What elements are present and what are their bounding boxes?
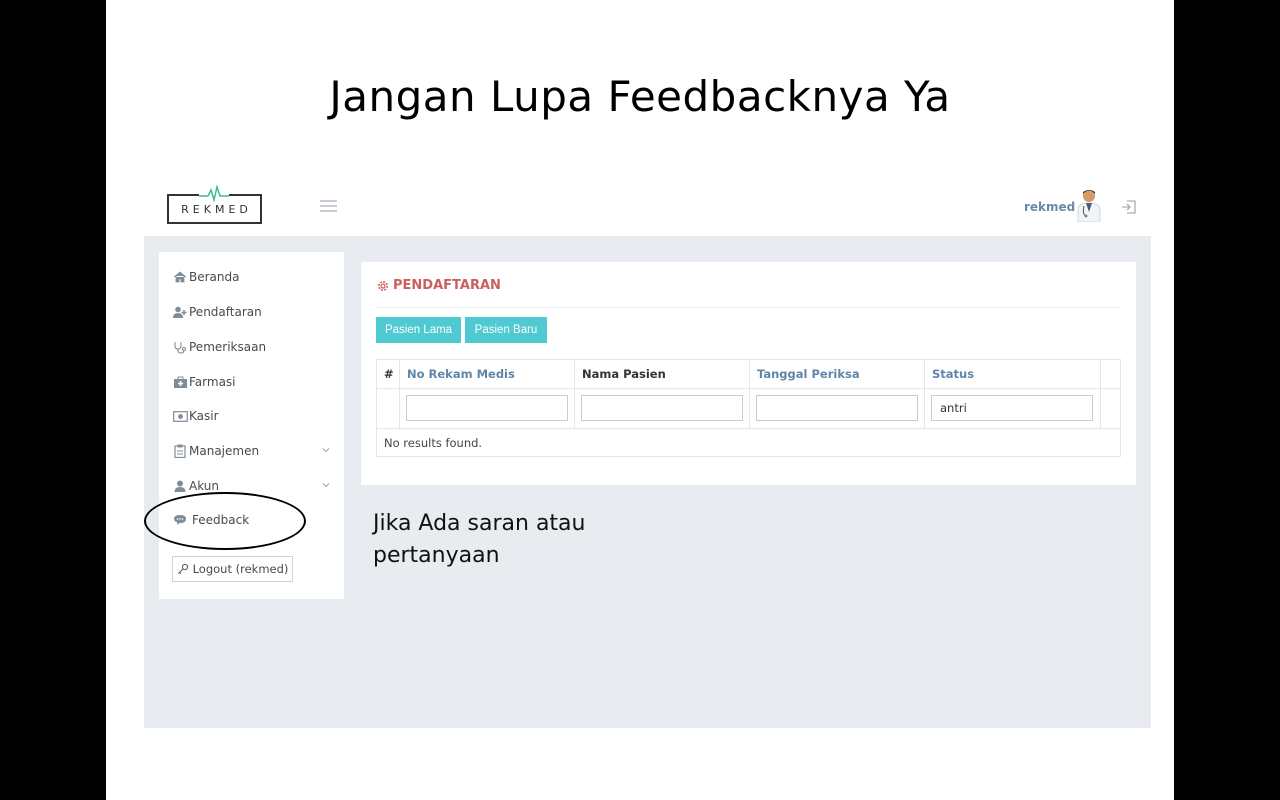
pasien-baru-button[interactable]: Pasien Baru (465, 317, 547, 343)
doctor-avatar[interactable] (1075, 188, 1103, 222)
medkit-icon (172, 375, 188, 389)
pendaftaran-panel: PENDAFTARAN Pasien Lama Pasien Baru # No… (361, 262, 1136, 485)
top-navbar: REKMED rekmed (144, 178, 1151, 236)
pasien-lama-button[interactable]: Pasien Lama (376, 317, 461, 343)
sidebar-item-farmasi[interactable]: Farmasi (172, 372, 332, 392)
logout-label: Logout (rekmed) (192, 562, 289, 576)
sign-out-icon[interactable] (1120, 198, 1138, 216)
sidebar-item-label: Beranda (189, 270, 240, 284)
sidebar-item-kasir[interactable]: Kasir (172, 406, 332, 426)
username[interactable]: rekmed (1024, 200, 1075, 214)
sidebar-item-pendaftaran[interactable]: Pendaftaran (172, 302, 332, 322)
home-icon (172, 270, 188, 284)
column-header-number: # (377, 360, 400, 388)
gear-icon (378, 280, 388, 291)
logout-button[interactable]: Logout (rekmed) (172, 556, 293, 582)
sidebar-item-manajemen[interactable]: Manajemen (172, 441, 332, 461)
registration-table: # No Rekam Medis Nama Pasien Tanggal Per… (376, 359, 1121, 457)
sidebar-item-label: Akun (189, 479, 219, 493)
note-line: pertanyaan (373, 543, 500, 568)
panel-title-text: PENDAFTARAN (393, 278, 501, 293)
sidebar-item-pemeriksaan[interactable]: Pemeriksaan (172, 337, 332, 357)
column-header-tanggal-periksa[interactable]: Tanggal Periksa (750, 360, 925, 388)
filter-no-rekam-medis-input[interactable] (406, 395, 568, 421)
money-icon (172, 409, 188, 423)
sidebar-item-label: Pemeriksaan (189, 340, 267, 354)
column-header-nama-pasien: Nama Pasien (575, 360, 750, 388)
stethoscope-icon (172, 340, 188, 354)
slide-title: Jangan Lupa Feedbacknya Ya (329, 72, 951, 121)
filter-nama-pasien-input[interactable] (581, 395, 743, 421)
filter-tanggal-periksa-input[interactable] (756, 395, 918, 421)
app-screenshot: REKMED rekmed Beranda Pendaftaran Pemeri… (144, 178, 1151, 728)
content-area: Beranda Pendaftaran Pemeriksaan Farmasi … (144, 236, 1151, 728)
key-icon (177, 563, 188, 575)
note-line: Jika Ada saran atau (373, 511, 586, 536)
filter-status-input[interactable] (931, 395, 1093, 421)
menu-toggle-icon[interactable] (320, 200, 337, 213)
sidebar: Beranda Pendaftaran Pemeriksaan Farmasi … (144, 252, 344, 599)
sidebar-item-label: Pendaftaran (189, 305, 262, 319)
divider (376, 307, 1121, 308)
sidebar-item-beranda[interactable]: Beranda (172, 267, 332, 287)
sidebar-item-label: Kasir (189, 409, 219, 423)
rekmed-logo[interactable]: REKMED (167, 184, 262, 224)
column-header-status[interactable]: Status (925, 360, 1101, 388)
feedback-highlight-circle (144, 492, 306, 550)
sidebar-item-label: Farmasi (189, 375, 236, 389)
slide: Jangan Lupa Feedbacknya Ya REKMED rekmed (106, 0, 1174, 800)
user-icon (172, 479, 188, 493)
slide-note: Jika Ada saran atau pertanyaan (373, 508, 633, 572)
logo-text: REKMED (181, 202, 252, 216)
empty-results-text: No results found. (384, 436, 483, 450)
chevron-down-icon[interactable] (320, 479, 332, 491)
clipboard-icon (172, 444, 188, 458)
column-header-no-rekam-medis[interactable]: No Rekam Medis (400, 360, 575, 388)
heartbeat-icon (199, 184, 229, 202)
user-plus-icon (172, 305, 188, 319)
sidebar-item-label: Manajemen (189, 444, 260, 458)
panel-title: PENDAFTARAN (376, 278, 501, 293)
chevron-down-icon[interactable] (320, 444, 332, 456)
